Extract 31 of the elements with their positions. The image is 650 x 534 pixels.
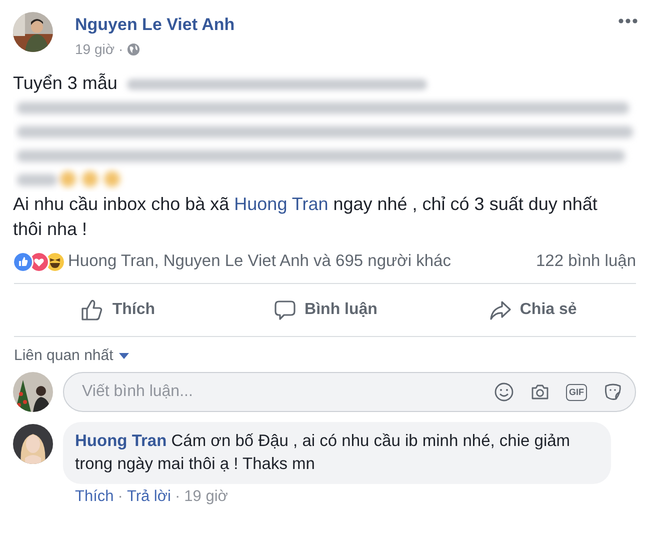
separator: · [118, 41, 124, 57]
camera-icon[interactable] [530, 382, 550, 402]
author-name[interactable]: Nguyen Le Viet Anh [75, 15, 235, 35]
like-reaction-icon [14, 252, 32, 270]
heart-reaction-icon [30, 252, 48, 270]
globe-icon [127, 42, 140, 56]
thumbs-up-icon [80, 298, 104, 322]
caret-icon [119, 352, 130, 358]
separator: · [174, 488, 180, 506]
laughing-reaction-icon [46, 252, 64, 270]
sticker-icon[interactable] [603, 382, 623, 402]
separator: · [118, 488, 123, 506]
post-time[interactable]: 19 giờ [75, 41, 115, 57]
smiley-icon[interactable] [494, 382, 514, 402]
comment-bubble: Huong Tran Cám ơn bố Đậu , ai có nhu cầu ib minh nhé, chie giảm trong ngày mai thôi ạ ! Thaks mn [63, 422, 611, 484]
post-text: Ai nhu cầu inbox cho bà xã Huong Tran ngay nhé , chỉ có 3 suất duy nhất thôi nha ! [13, 193, 598, 241]
sort-dropdown[interactable]: Liên quan nhất [14, 347, 130, 364]
post-text: Tuyển 3 mẫu [13, 72, 118, 95]
comment-action-button[interactable]: Bình luận [221, 284, 429, 336]
comment-count[interactable]: 122 bình luận [536, 252, 636, 271]
comment-input[interactable]: Viết bình luận... GIF [63, 372, 636, 412]
comment-link[interactable]: Trả lời [126, 488, 171, 506]
more-options-icon[interactable] [618, 18, 638, 24]
share-arrow-icon [488, 298, 512, 322]
comment-time[interactable]: 19 giờ [184, 488, 228, 506]
speech-bubble-icon [272, 298, 297, 322]
reactions-summary[interactable]: Huong Tran, Nguyen Le Viet Anh và 695 người khác [68, 252, 536, 271]
like-action-button[interactable]: Thích [14, 284, 222, 336]
gif-button[interactable]: GIF [566, 384, 587, 400]
comment-link[interactable]: Thích [75, 488, 114, 506]
share-action-button[interactable]: Chia sẻ [428, 284, 636, 336]
